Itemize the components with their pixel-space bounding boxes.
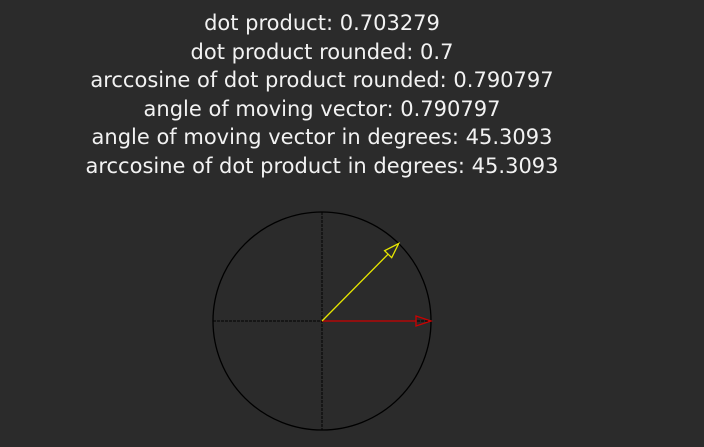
unit-circle-diagram	[212, 211, 434, 431]
moving-vector-arrow	[321, 242, 401, 322]
moving-vector-shaft	[321, 253, 389, 322]
fixed-vector-arrow	[322, 315, 434, 327]
canvas-stage: dot product: 0.703279 dot product rounde…	[0, 0, 704, 447]
